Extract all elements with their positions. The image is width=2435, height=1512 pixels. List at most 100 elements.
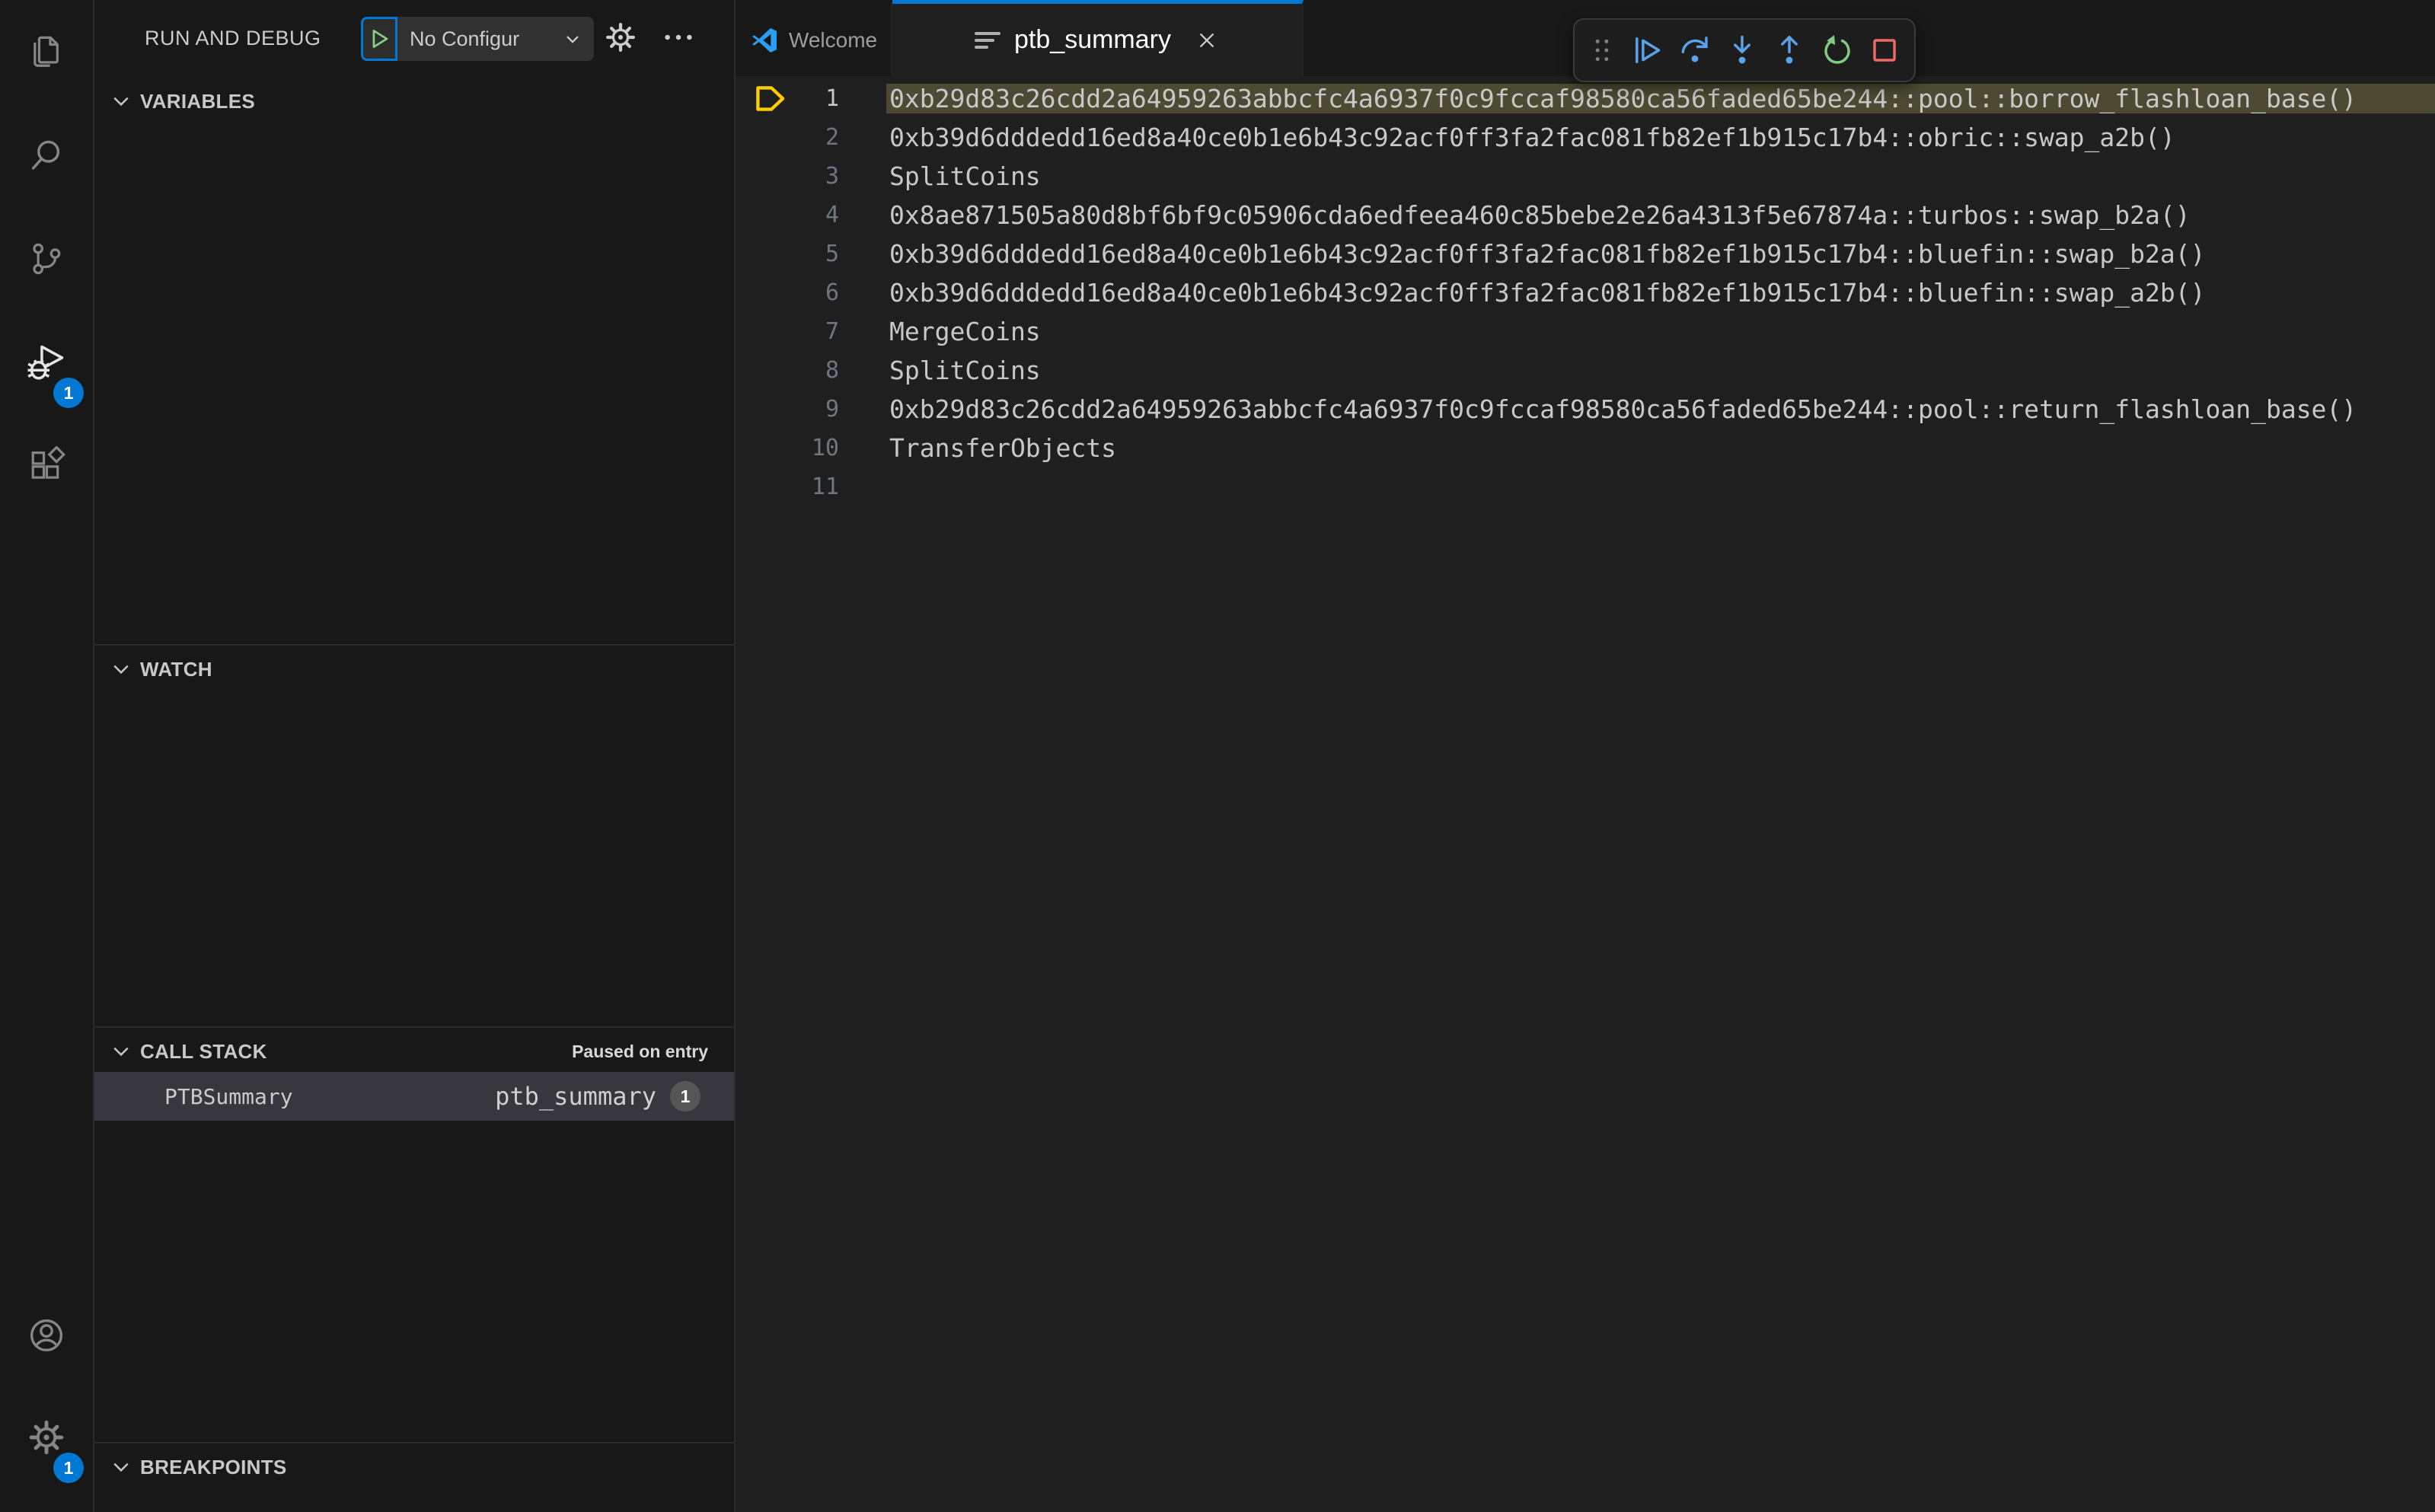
section-header-variables[interactable]: VARIABLES [94, 81, 734, 122]
editor-area: Welcome ptb_summary 1 0xb29d83c26cdd2a64… [736, 0, 2435, 1512]
chevron-down-icon [113, 665, 129, 675]
activity-bar-item-extensions[interactable] [0, 414, 93, 518]
debug-badge: 1 [53, 378, 84, 408]
line-number[interactable]: 7 [806, 318, 839, 345]
code-area[interactable]: 1 0xb29d83c26cdd2a64959263abbcfc4a6937f0c… [736, 76, 2435, 1512]
views-and-more-actions-button[interactable] [661, 20, 696, 59]
section-title: BREAKPOINTS [140, 1455, 287, 1479]
debug-continue-button[interactable] [1630, 33, 1665, 68]
tab-welcome[interactable]: Welcome [736, 0, 892, 76]
debug-step-out-button[interactable] [1772, 33, 1807, 68]
frame-file: ptb_summary [495, 1082, 656, 1111]
activity-bar-item-explorer[interactable] [0, 0, 93, 104]
line-text[interactable]: TransferObjects [889, 433, 2435, 463]
activity-bar-item-run-and-debug[interactable]: 1 [0, 311, 93, 414]
code-line[interactable]: 9 0xb29d83c26cdd2a64959263abbcfc4a6937f0c… [736, 390, 2435, 429]
activity-bar-item-account[interactable] [0, 1284, 93, 1387]
search-icon [31, 140, 60, 170]
continue-icon [1635, 37, 1660, 64]
activity-bar-item-source-control[interactable] [0, 207, 93, 311]
section-divider [94, 1026, 734, 1028]
frame-line-badge: 1 [670, 1081, 701, 1112]
chevron-down-icon [113, 1463, 129, 1472]
restart-icon [1824, 35, 1850, 64]
debug-stop-button[interactable] [1867, 33, 1902, 68]
code-line[interactable]: 1 0xb29d83c26cdd2a64959263abbcfc4a6937f0c… [736, 79, 2435, 118]
code-line[interactable]: 8 SplitCoins [736, 351, 2435, 390]
chevron-down-icon [566, 36, 579, 43]
code-line[interactable]: 11 [736, 467, 2435, 506]
launch-controls: No Configur [361, 17, 594, 61]
line-number[interactable]: 9 [806, 396, 839, 423]
extensions-icon [31, 446, 66, 479]
section-divider [94, 644, 734, 646]
debug-configuration-dropdown[interactable]: No Configur [397, 17, 594, 61]
run-and-debug-sidebar: RUN AND DEBUG No Configur VARIABLES WATC… [94, 0, 736, 1512]
debug-step-into-button[interactable] [1725, 33, 1760, 68]
gutter-breakpoint-area[interactable] [736, 82, 806, 115]
line-text[interactable]: 0xb39d6dddedd16ed8a40ce0b1e6b43c92acf0ff… [889, 278, 2435, 308]
line-number[interactable]: 2 [806, 124, 839, 151]
line-number[interactable]: 11 [806, 474, 839, 500]
activity-bar: 1 1 [0, 0, 94, 1512]
debug-toolbar [1573, 18, 1916, 82]
section-header-breakpoints[interactable]: BREAKPOINTS [94, 1447, 734, 1488]
line-text[interactable]: 0x8ae871505a80d8bf6bf9c05906cda6edfeea46… [889, 200, 2435, 230]
section-title: WATCH [140, 657, 212, 681]
activity-bar-item-search[interactable] [0, 104, 93, 207]
source-control-icon [33, 243, 61, 275]
vscode-logo-icon [752, 27, 777, 53]
call-stack-frame-row[interactable]: PTBSummary ptb_summary 1 [94, 1072, 734, 1121]
line-text[interactable]: 0xb39d6dddedd16ed8a40ce0b1e6b43c92acf0ff… [889, 123, 2435, 152]
section-header-call-stack[interactable]: CALL STACK Paused on entry [94, 1031, 734, 1072]
section-title: CALL STACK [140, 1039, 267, 1063]
vscode-window: 1 1 RUN AND DEBUG No Configur VARIABLES … [0, 0, 2435, 1512]
ellipsis-icon [665, 34, 692, 40]
line-text[interactable]: 0xb29d83c26cdd2a64959263abbcfc4a6937f0c9… [886, 84, 2435, 113]
debug-restart-button[interactable] [1820, 33, 1855, 68]
activity-bar-item-settings[interactable]: 1 [0, 1386, 93, 1489]
line-text[interactable]: SplitCoins [889, 161, 2435, 191]
debug-step-over-button[interactable] [1677, 33, 1712, 68]
debug-settings-button[interactable] [603, 20, 638, 59]
play-icon [372, 30, 388, 48]
call-stack-status: Paused on entry [572, 1041, 708, 1061]
start-debugging-button[interactable] [361, 17, 397, 61]
line-text[interactable]: MergeCoins [889, 317, 2435, 346]
code-line[interactable]: 3 SplitCoins [736, 157, 2435, 196]
run-and-debug-icon [27, 345, 64, 380]
line-number[interactable]: 10 [806, 435, 839, 461]
chevron-down-icon [113, 1047, 129, 1057]
tab-label: Welcome [788, 27, 878, 52]
section-divider [94, 1442, 734, 1443]
close-icon [1200, 33, 1214, 47]
step-into-icon [1734, 35, 1750, 64]
code-line[interactable]: 4 0x8ae871505a80d8bf6bf9c05906cda6edfeea4… [736, 196, 2435, 234]
line-number[interactable]: 1 [806, 85, 839, 112]
code-line[interactable]: 6 0xb39d6dddedd16ed8a40ce0b1e6b43c92acf0f… [736, 273, 2435, 312]
section-header-watch[interactable]: WATCH [94, 649, 734, 690]
line-text[interactable]: 0xb29d83c26cdd2a64959263abbcfc4a6937f0c9… [889, 394, 2435, 424]
settings-badge: 1 [53, 1453, 84, 1483]
stop-icon [1872, 39, 1896, 62]
toolbar-drag-handle[interactable] [1587, 35, 1617, 65]
line-number[interactable]: 8 [806, 357, 839, 384]
code-line[interactable]: 5 0xb39d6dddedd16ed8a40ce0b1e6b43c92acf0f… [736, 234, 2435, 273]
line-number[interactable]: 5 [806, 241, 839, 267]
line-number[interactable]: 4 [806, 202, 839, 228]
code-line[interactable]: 10 TransferObjects [736, 429, 2435, 467]
tab-ptb-summary[interactable]: ptb_summary [892, 0, 1304, 76]
close-tab-button[interactable] [1194, 27, 1220, 53]
code-line[interactable]: 2 0xb39d6dddedd16ed8a40ce0b1e6b43c92acf0f… [736, 118, 2435, 157]
code-line[interactable]: 7 MergeCoins [736, 312, 2435, 351]
chevron-down-icon [113, 97, 129, 107]
step-over-icon [1681, 37, 1708, 62]
tab-label: ptb_summary [1014, 25, 1171, 54]
frame-name: PTBSummary [164, 1083, 293, 1109]
line-number[interactable]: 6 [806, 279, 839, 306]
debug-current-line-pointer [756, 86, 785, 111]
section-title: VARIABLES [140, 89, 256, 113]
line-text[interactable]: SplitCoins [889, 356, 2435, 385]
line-text[interactable]: 0xb39d6dddedd16ed8a40ce0b1e6b43c92acf0ff… [889, 239, 2435, 269]
line-number[interactable]: 3 [806, 163, 839, 190]
